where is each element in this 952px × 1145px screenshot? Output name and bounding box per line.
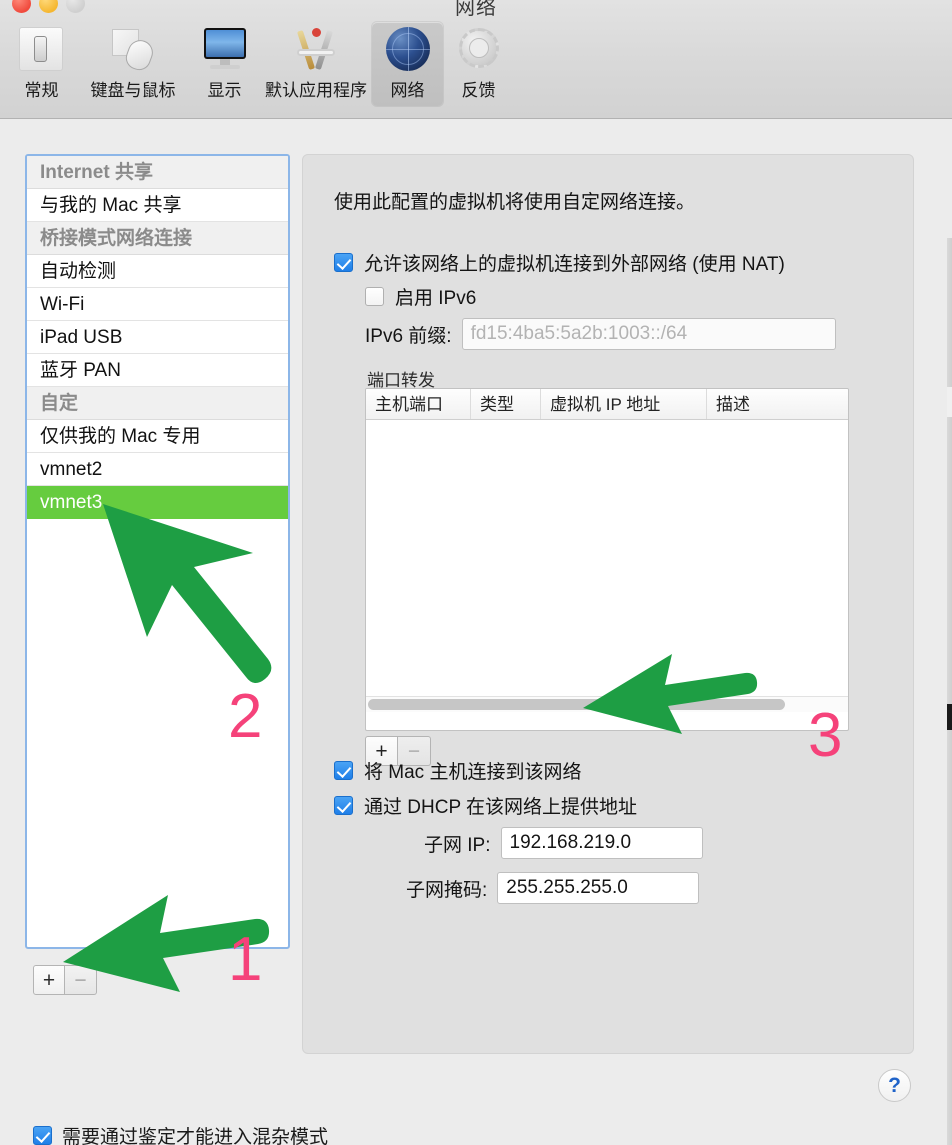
feedback-gear-icon	[456, 27, 502, 73]
dhcp-checkbox-row[interactable]: 通过 DHCP 在该网络上提供地址	[334, 792, 637, 819]
subnet-ip-label: 子网 IP:	[424, 834, 491, 856]
panel-description: 使用此配置的虚拟机将使用自定网络连接。	[334, 192, 696, 213]
host-connect-checkbox[interactable]	[334, 761, 353, 780]
subnet-ip-input[interactable]: 192.168.219.0	[500, 827, 703, 859]
window-right-edge	[947, 238, 952, 1145]
ipv6-prefix-input[interactable]: fd15:4ba5:5a2b:1003::/64	[461, 318, 836, 350]
toolbar-item-default-apps[interactable]: 默认应用程序	[260, 22, 372, 106]
network-list-buttons: + −	[33, 965, 97, 995]
network-globe-icon	[385, 27, 431, 73]
toolbar-item-feedback[interactable]: 反馈	[443, 22, 514, 106]
toolbar-label-network: 网络	[390, 81, 425, 100]
dhcp-label: 通过 DHCP 在该网络上提供地址	[364, 797, 638, 818]
nat-checkbox[interactable]	[334, 253, 353, 272]
list-item-share-with-my-mac[interactable]: 与我的 Mac 共享	[27, 189, 288, 222]
help-button[interactable]: ?	[878, 1069, 911, 1102]
general-icon	[18, 27, 65, 73]
toolbar-label-general: 常规	[24, 81, 59, 100]
toolbar-item-general[interactable]: 常规	[6, 22, 77, 106]
port-forwarding-table[interactable]: 主机端口 类型 虚拟机 IP 地址 描述	[365, 388, 849, 731]
window-titlebar: 网络 常规 键盘与鼠标 显示 默认应用程序 网络 反馈	[0, 0, 952, 119]
remove-network-button[interactable]: −	[65, 965, 97, 995]
annotation-number-3: 3	[808, 701, 843, 770]
window-edge-artifact	[947, 704, 952, 730]
toolbar-item-keyboard-mouse[interactable]: 键盘与鼠标	[77, 22, 189, 106]
toolbar-label-display: 显示	[207, 81, 242, 100]
subnet-ip-row: 子网 IP: 192.168.219.0	[424, 827, 703, 859]
preferences-toolbar: 常规 键盘与鼠标 显示 默认应用程序 网络 反馈	[6, 22, 514, 106]
annotation-number-1: 1	[228, 925, 263, 994]
column-header-description[interactable]: 描述	[707, 389, 848, 419]
window-title: 网络	[455, 0, 497, 19]
list-section-header: Internet 共享	[27, 156, 288, 189]
subnet-mask-row: 子网掩码: 255.255.255.0	[406, 872, 700, 904]
add-network-button[interactable]: +	[33, 965, 65, 995]
list-item-wifi[interactable]: Wi-Fi	[27, 288, 288, 321]
window-content: Internet 共享 与我的 Mac 共享 桥接模式网络连接 自动检测 Wi-…	[0, 119, 952, 1145]
list-item-vmnet2[interactable]: vmnet2	[27, 453, 288, 486]
dhcp-checkbox[interactable]	[334, 796, 353, 815]
toolbar-item-display[interactable]: 显示	[189, 22, 260, 106]
nat-checkbox-row[interactable]: 允许该网络上的虚拟机连接到外部网络 (使用 NAT)	[334, 249, 785, 276]
list-section-header: 桥接模式网络连接	[27, 222, 288, 255]
host-connect-label: 将 Mac 主机连接到该网络	[364, 762, 582, 783]
ipv6-checkbox[interactable]	[365, 287, 384, 306]
subnet-mask-label: 子网掩码:	[406, 879, 488, 901]
list-item-vmnet3[interactable]: vmnet3	[27, 486, 288, 519]
subnet-mask-input[interactable]: 255.255.255.0	[497, 872, 700, 904]
default-apps-icon	[293, 27, 339, 73]
list-item-bluetooth-pan[interactable]: 蓝牙 PAN	[27, 354, 288, 387]
promiscuous-mode-row[interactable]: 需要通过鉴定才能进入混杂模式	[33, 1122, 328, 1145]
toolbar-item-network[interactable]: 网络	[372, 22, 443, 106]
promiscuous-mode-label: 需要通过鉴定才能进入混杂模式	[62, 1127, 329, 1145]
host-connect-checkbox-row[interactable]: 将 Mac 主机连接到该网络	[334, 757, 581, 784]
ipv6-prefix-label: IPv6 前缀:	[365, 325, 452, 347]
nat-checkbox-label: 允许该网络上的虚拟机连接到外部网络 (使用 NAT)	[364, 254, 785, 275]
scrollbar-thumb[interactable]	[368, 699, 785, 710]
toolbar-label-feedback: 反馈	[461, 81, 496, 100]
annotation-number-2: 2	[228, 682, 263, 751]
toolbar-label-default-apps: 默认应用程序	[265, 81, 367, 100]
network-list[interactable]: Internet 共享 与我的 Mac 共享 桥接模式网络连接 自动检测 Wi-…	[25, 154, 290, 949]
table-header-row: 主机端口 类型 虚拟机 IP 地址 描述	[366, 389, 848, 420]
promiscuous-mode-checkbox[interactable]	[33, 1126, 52, 1145]
network-settings-panel: 使用此配置的虚拟机将使用自定网络连接。 允许该网络上的虚拟机连接到外部网络 (使…	[302, 154, 914, 1054]
preferences-window: 网络 常规 键盘与鼠标 显示 默认应用程序 网络 反馈 Internet 共享 …	[0, 0, 952, 1145]
ipv6-checkbox-row[interactable]: 启用 IPv6	[365, 283, 476, 310]
list-item-autodetect[interactable]: 自动检测	[27, 255, 288, 288]
toolbar-label-keyboard-mouse: 键盘与鼠标	[90, 81, 176, 100]
display-icon	[202, 27, 248, 73]
table-horizontal-scrollbar[interactable]	[366, 696, 848, 712]
keyboard-mouse-icon	[110, 27, 157, 74]
ipv6-checkbox-label: 启用 IPv6	[395, 288, 477, 309]
window-edge-artifact	[947, 387, 952, 417]
ipv6-prefix-row: IPv6 前缀: fd15:4ba5:5a2b:1003::/64	[365, 318, 836, 350]
table-body	[366, 420, 848, 696]
column-header-type[interactable]: 类型	[471, 389, 541, 419]
list-item-ipad-usb[interactable]: iPad USB	[27, 321, 288, 354]
list-section-header: 自定	[27, 387, 288, 420]
list-item-private-to-my-mac[interactable]: 仅供我的 Mac 专用	[27, 420, 288, 453]
column-header-vm-ip[interactable]: 虚拟机 IP 地址	[541, 389, 707, 419]
column-header-host-port[interactable]: 主机端口	[366, 389, 471, 419]
